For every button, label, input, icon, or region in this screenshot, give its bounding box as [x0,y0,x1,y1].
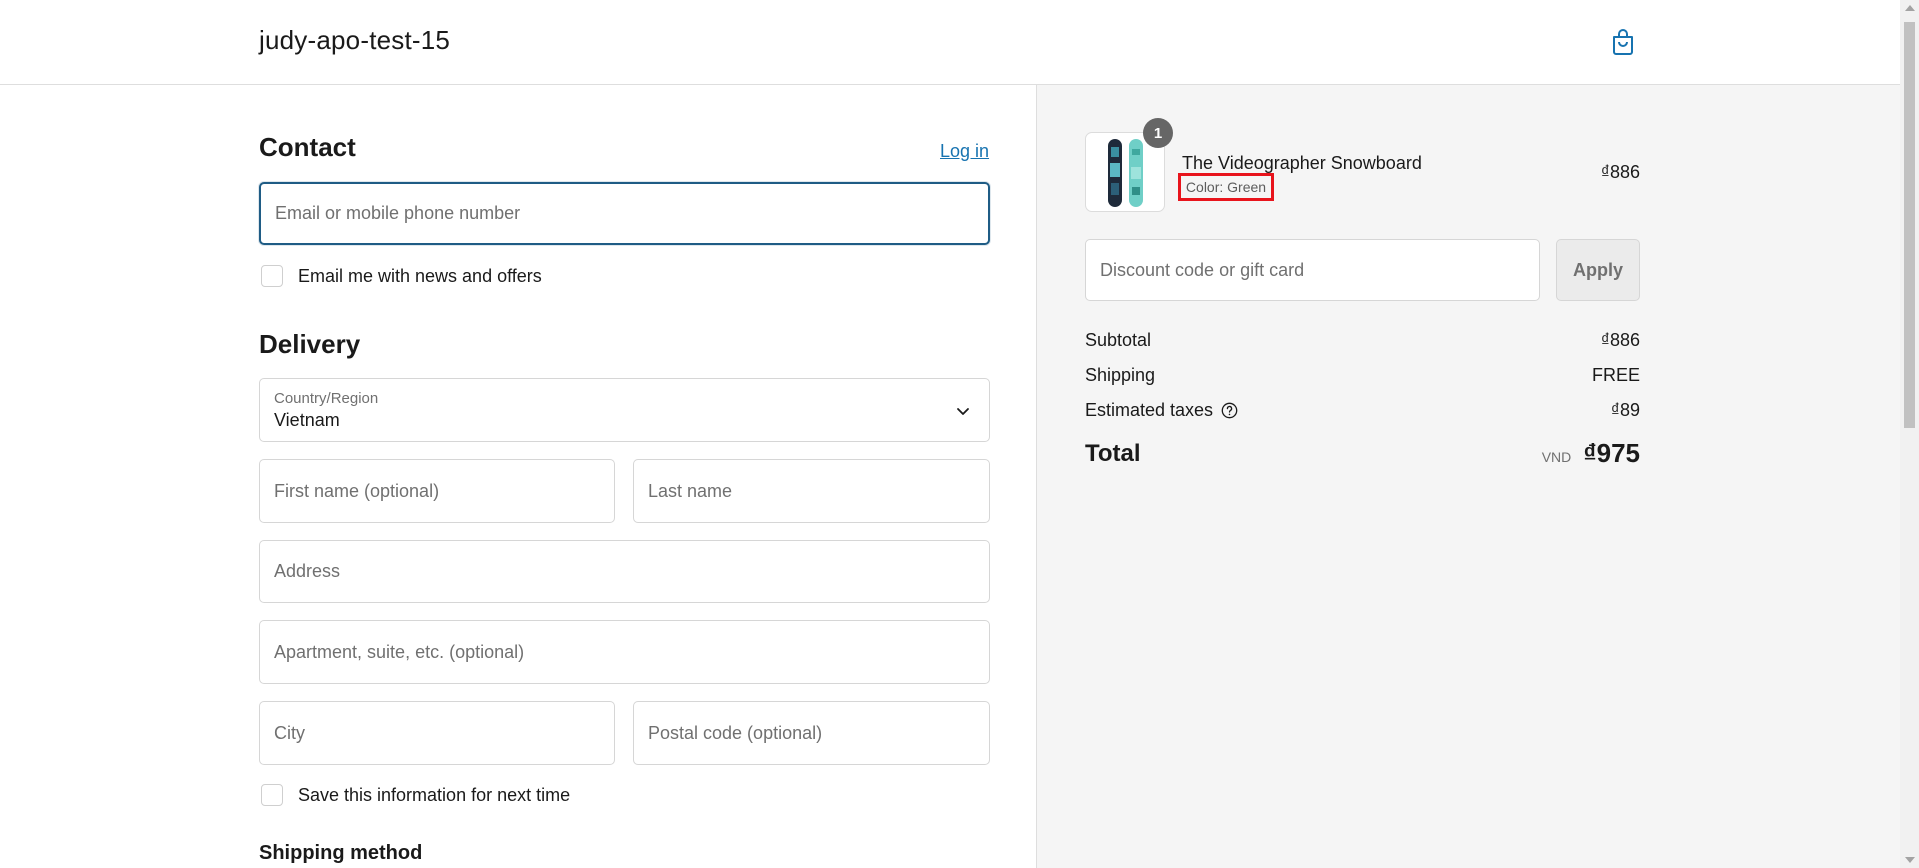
help-circle-icon[interactable] [1221,402,1238,419]
newsletter-label: Email me with news and offers [298,265,542,286]
country-caption: Country/Region [274,390,379,407]
checkout-header: judy-apo-test-15 [0,0,1900,85]
last-name-field-wrapper [633,459,990,523]
apartment-input[interactable] [260,621,989,683]
apply-discount-button[interactable]: Apply [1556,239,1640,301]
subtotal-row: Subtotal ₫886 [1085,330,1640,351]
shipping-label: Shipping [1085,365,1156,385]
variant-highlight-box: Color: Green [1178,173,1274,201]
save-info-checkbox[interactable] [261,784,283,806]
postal-code-input[interactable] [634,702,989,764]
taxes-row: Estimated taxes ₫89 [1085,400,1640,421]
country-select[interactable]: Country/Region Vietnam [259,378,990,442]
newsletter-checkbox-row[interactable]: Email me with news and offers [261,265,542,287]
country-value: Vietnam [274,410,340,430]
scroll-down-arrow-icon[interactable] [1905,857,1915,863]
shopping-bag-icon[interactable] [1610,28,1636,56]
order-summary-panel [1036,85,1900,868]
product-name: The Videographer Snowboard [1182,153,1422,173]
newsletter-checkbox[interactable] [261,265,283,287]
taxes-label: Estimated taxes [1085,400,1214,420]
product-price: ₫886 [1600,162,1640,182]
last-name-input[interactable] [634,460,989,522]
save-info-checkbox-row[interactable]: Save this information for next time [261,784,570,806]
address-input[interactable] [260,541,989,602]
city-input[interactable] [260,702,614,764]
first-name-field-wrapper [259,459,615,523]
first-name-input[interactable] [260,460,614,522]
shop-name[interactable]: judy-apo-test-15 [259,25,450,56]
total-amount: ₫975 [1583,438,1640,468]
chevron-down-icon [957,408,969,415]
city-field-wrapper [259,701,615,765]
currency-code: VND [1541,449,1572,465]
quantity-badge: 1 [1143,118,1173,148]
total-row: Total VND ₫975 [1085,438,1640,469]
login-link[interactable]: Log in [940,141,989,162]
scroll-up-arrow-icon[interactable] [1905,5,1915,11]
delivery-title: Delivery [259,329,361,359]
product-variant: Color: Green [1185,179,1267,195]
discount-field-wrapper [1085,239,1540,301]
shipping-row: Shipping FREE [1085,365,1640,386]
total-label: Total [1085,439,1141,467]
scrollbar-thumb[interactable] [1904,22,1915,428]
page-scrollbar[interactable] [1900,0,1919,868]
shipping-value: FREE [1591,365,1640,385]
address-field-wrapper [259,540,990,603]
save-info-label: Save this information for next time [298,784,571,805]
email-input[interactable] [261,184,988,243]
subtotal-label: Subtotal [1085,330,1152,350]
shipping-method-title: Shipping method [259,842,423,864]
taxes-value: ₫89 [1610,400,1640,420]
contact-title: Contact [259,132,356,162]
apartment-field-wrapper [259,620,990,684]
postal-code-field-wrapper [633,701,990,765]
email-field-wrapper [259,182,990,245]
subtotal-value: ₫886 [1600,330,1640,350]
discount-input[interactable] [1086,240,1539,300]
